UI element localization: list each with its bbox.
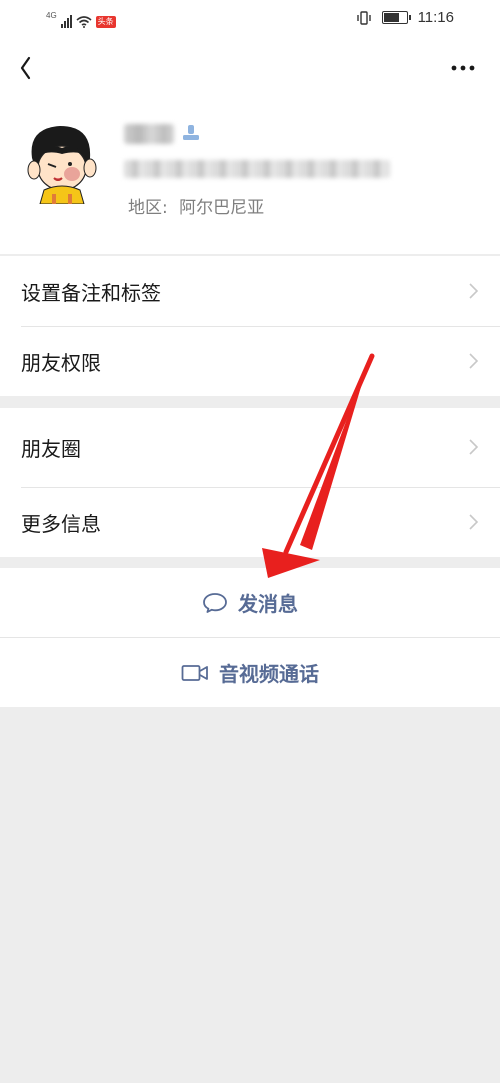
app-badge: 头条: [95, 16, 116, 28]
send-message-button[interactable]: 发消息: [0, 568, 500, 637]
menu-item-label: 朋友权限: [21, 350, 101, 375]
signal-icon: [60, 14, 72, 28]
region-label: 地区:: [128, 198, 168, 218]
status-bar: 4G 头条 11:16: [0, 0, 500, 40]
wechat-id-redacted: [124, 160, 390, 178]
menu-group-1: 设置备注和标签 朋友权限: [0, 256, 500, 396]
avatar[interactable]: [18, 118, 104, 204]
chevron-right-icon: [469, 439, 479, 455]
video-camera-icon: [181, 664, 208, 681]
status-time: 11:16: [417, 9, 454, 26]
user-tag-icon: [183, 125, 199, 140]
display-name-redacted: [124, 124, 174, 144]
region-line: 地区: 阿尔巴尼亚: [128, 193, 264, 218]
menu-item-label: 朋友圈: [21, 437, 81, 461]
menu-group-2: 朋友圈 更多信息: [0, 408, 500, 557]
menu-item-label: 设置备注和标签: [21, 280, 161, 305]
network-label: 4G: [46, 11, 57, 20]
wifi-icon: [76, 16, 92, 28]
video-call-label: 音视频通话: [219, 662, 319, 686]
more-options-icon[interactable]: [448, 56, 480, 80]
top-bar: [0, 40, 500, 96]
more-info-item[interactable]: 更多信息: [0, 487, 500, 557]
moments-item[interactable]: 朋友圈: [0, 408, 500, 487]
menu-item-label: 更多信息: [21, 511, 101, 536]
send-message-label: 发消息: [238, 592, 298, 616]
friend-permissions-item[interactable]: 朋友权限: [0, 326, 500, 396]
status-right: 11:16: [356, 9, 454, 26]
chat-bubble-icon: [203, 592, 227, 613]
back-icon[interactable]: [14, 52, 46, 84]
profile-card: 地区: 阿尔巴尼亚: [0, 96, 500, 254]
chevron-right-icon: [469, 353, 479, 369]
chevron-right-icon: [469, 283, 479, 299]
status-left: 4G 头条: [46, 10, 116, 28]
battery-level: [383, 13, 399, 22]
video-call-button[interactable]: 音视频通话: [0, 638, 500, 707]
region-value: 阿尔巴尼亚: [179, 198, 265, 218]
vibrate-icon: [356, 10, 371, 25]
set-remark-and-tags-item[interactable]: 设置备注和标签: [0, 256, 500, 326]
chevron-right-icon: [469, 514, 479, 530]
battery-icon: [381, 11, 411, 24]
